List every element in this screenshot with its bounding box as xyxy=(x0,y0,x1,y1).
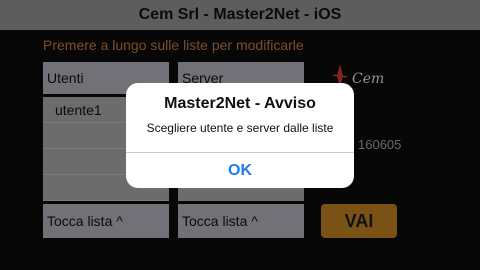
alert-dialog: Master2Net - Avviso Scegliere utente e s… xyxy=(126,83,354,188)
alert-message: Scegliere utente e server dalle liste xyxy=(146,121,334,135)
alert-ok-button[interactable]: OK xyxy=(126,153,354,188)
alert-title: Master2Net - Avviso xyxy=(164,95,316,112)
